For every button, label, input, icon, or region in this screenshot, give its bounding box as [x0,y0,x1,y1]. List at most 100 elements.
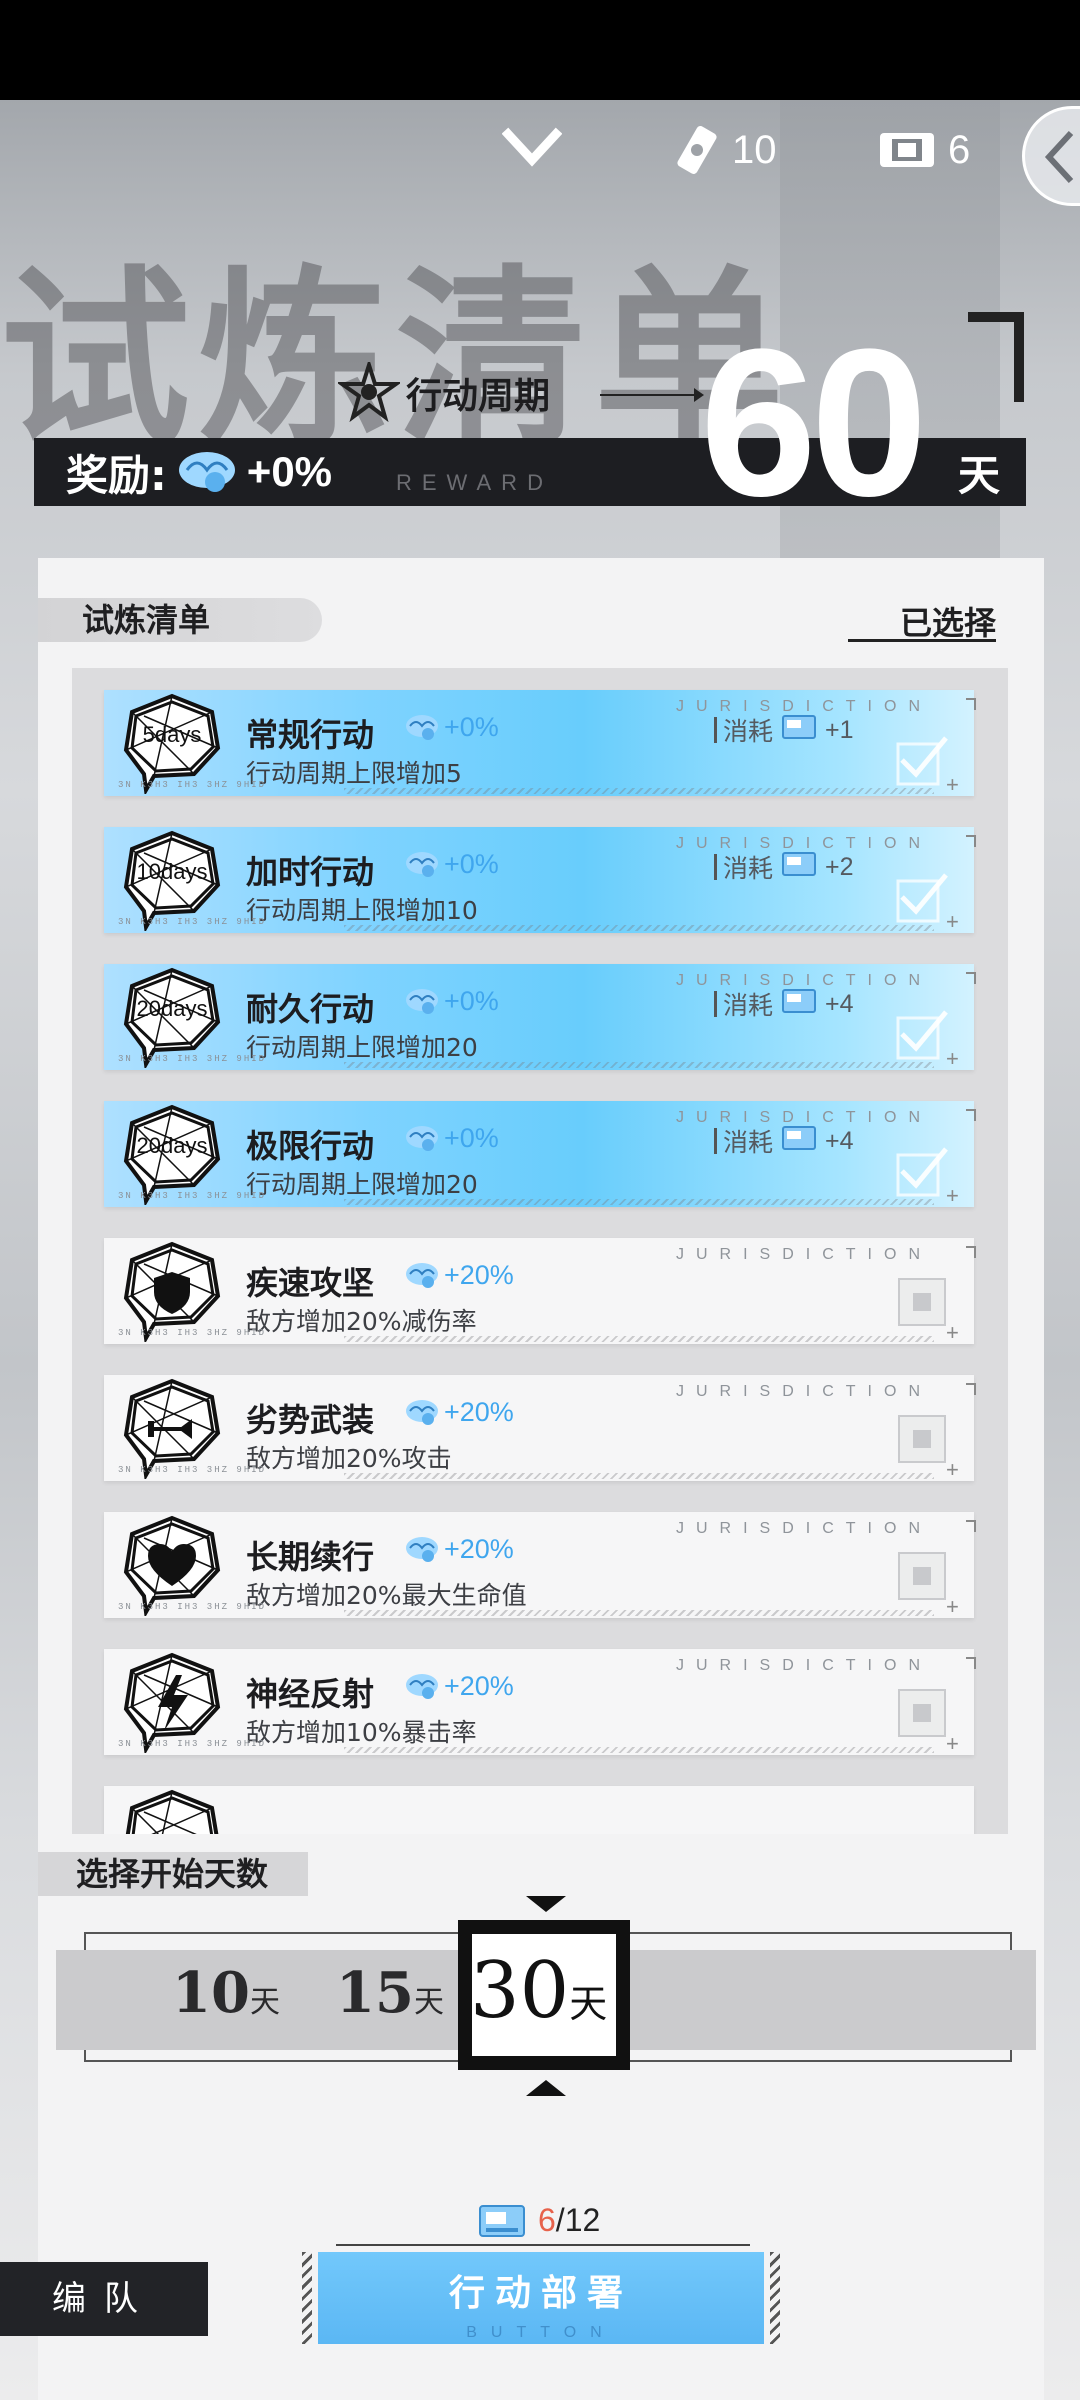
trial-item-desc: 敌方增加20%减伤率 [246,1307,477,1336]
trial-item[interactable]: 5days 常规行动 +0% 行动周期上限增加5 JURISDICTION 3N K3H3… [104,690,976,797]
trial-item-bonus: +0% [404,986,499,1017]
brain-icon [406,1673,438,1699]
day-option-10[interactable]: 10天 [172,1960,280,2026]
trial-item-bonus-value: +0% [444,1123,499,1153]
corner-mark [966,1109,976,1121]
hatch-line [344,1062,934,1068]
selected-filter-link[interactable]: 已选择 [848,598,996,642]
cost-value: +4 [825,1126,854,1155]
trial-item-title: 长期续行 [246,1538,375,1576]
trial-item[interactable]: 10days 加时行动 +0% 行动周期上限增加10 JURISDICTION 3N K3… [104,827,976,934]
trial-item-bonus-value: +20% [444,1397,514,1427]
trial-item-bonus: +0% [404,1123,499,1154]
code-stripe: 3N K3H3 IH3 3HZ 9HID [118,917,267,927]
trial-item-desc: 行动周期上限增加20 [246,1033,478,1062]
trial-item[interactable]: 长期续行 +20% 敌方增加20%最大生命值 JURISDICTION 3N K3H3 … [104,1512,976,1619]
day-option-value: 30 [470,1946,570,2036]
corner-mark [968,312,1024,402]
cost-label: 消耗 [723,717,774,746]
status-bar [0,0,1080,100]
code-stripe: 3N K3H3 IH3 3HZ 9HID [118,1465,267,1475]
deploy-button-en: BUTTON [466,2324,616,2341]
days-badge-text: 20days [136,1133,208,1158]
checkbox[interactable] [898,1552,946,1600]
checkbox[interactable] [898,1689,946,1737]
days-badge-text: 20days [136,996,208,1021]
check-icon [896,736,948,786]
day-option-value: 10 [172,1960,250,2026]
trial-item-bonus: +20% [404,1534,514,1565]
code-stripe: 3N K3H3 IH3 3HZ 9HID [118,1191,267,1201]
check-icon [896,1010,948,1060]
cost-label: 消耗 [723,854,774,883]
trial-item-bonus: +0% [404,712,499,743]
trial-item-title: 劣势武装 [246,1401,375,1439]
reward-label: 奖励: +0% [66,444,332,500]
section-title: 试炼清单 [38,598,322,642]
jurisdiction-text: JURISDICTION [676,1520,932,1537]
resource-counter-1: 10 [674,120,777,180]
reward-label-text: 奖励: [66,450,167,500]
trial-item[interactable]: 20days 极限行动 +0% 行动周期上限增加20 JURISDICTION 3N K3… [104,1101,976,1208]
days-badge-text: 10days [136,859,208,884]
cost-value: +4 [825,989,854,1018]
ticket-icon [782,989,817,1013]
cost-label: 消耗 [723,1128,774,1157]
plus-icon: + [946,909,959,934]
hatch-line [344,788,934,794]
day-option-value: 15 [336,1960,414,2026]
cycle-label-text: 行动周期 [406,376,551,417]
day-option-15[interactable]: 15天 [336,1960,444,2026]
cycle-label: 行动周期 [338,362,550,424]
hatch-line [344,1199,934,1205]
check-icon [896,1147,948,1197]
trial-item-desc: 敌方增加20%最大生命值 [246,1581,527,1610]
corner-mark [966,1520,976,1532]
trial-list[interactable]: 5days 常规行动 +0% 行动周期上限增加5 JURISDICTION 3N K3H3… [72,668,1008,1834]
chevron-down-icon[interactable] [502,126,562,170]
trial-item[interactable]: 神经反射 +20% 敌方增加10%暴击率 JURISDICTION 3N K3H3 IH… [104,1649,976,1756]
code-stripe: 3N K3H3 IH3 3HZ 9HID [118,780,267,790]
corner-mark [966,698,976,710]
checkbox[interactable] [898,1415,946,1463]
trial-item[interactable]: 20days 耐久行动 +0% 行动周期上限增加20 JURISDICTION 3N K3… [104,964,976,1071]
day-option-unit: 天 [249,1985,280,2020]
brain-icon [406,1399,438,1425]
day-option-unit: 天 [413,1985,444,2020]
code-stripe: 3N K3H3 IH3 3HZ 9HID [118,1328,267,1338]
cycle-unit: 天 [958,451,1001,500]
trial-item-bonus-value: +20% [444,1260,514,1290]
ticket-icon [782,715,817,739]
trial-item-partial[interactable] [104,1786,974,1834]
hatch-line [344,925,934,931]
ticket-current: 6 [538,2201,556,2238]
trial-item-bonus: +20% [404,1671,514,1702]
team-button[interactable]: 编队 [0,2262,208,2336]
trial-item-cost: 消耗 +4 [714,1123,854,1159]
hatch-line [344,1336,934,1342]
trial-item-bonus: +0% [404,849,499,880]
plus-icon: + [946,1731,959,1756]
cycle-value: 60 [700,305,928,540]
trial-item-title: 疾速攻坚 [246,1264,375,1302]
trial-item-title: 加时行动 [246,853,375,891]
checkbox[interactable] [898,1278,946,1326]
selector-pointer-bottom [526,2080,566,2096]
trial-item-bonus-value: +20% [444,1671,514,1701]
plus-icon: + [946,772,959,797]
trial-item[interactable]: 疾速攻坚 +20% 敌方增加20%减伤率 JURISDICTION 3N K3H3 IH… [104,1238,976,1345]
deploy-hatch-left [302,2252,312,2344]
trial-item-desc: 行动周期上限增加10 [246,896,478,925]
code-stripe: 3N K3H3 IH3 3HZ 9HID [118,1739,267,1749]
corner-mark [966,835,976,847]
plus-icon: + [946,1183,959,1208]
reward-en-text: REWARD [396,470,553,495]
plus-icon: + [946,1320,959,1345]
brain-icon [406,1536,438,1562]
trial-item-title: 耐久行动 [246,990,375,1028]
ticket-tag-icon [677,126,717,174]
trial-item-desc: 敌方增加10%暴击率 [246,1718,477,1747]
trial-item[interactable]: 劣势武装 +20% 敌方增加20%攻击 JURISDICTION 3N K3H3 IH3… [104,1375,976,1482]
cycle-arrow [600,388,704,402]
trial-item-bonus-value: +0% [444,986,499,1016]
